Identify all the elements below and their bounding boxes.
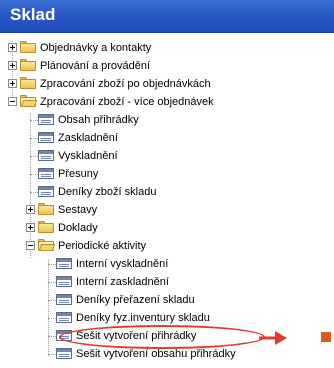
list-page-icon (38, 132, 54, 143)
expand-icon[interactable] (8, 79, 17, 88)
window-title: Sklad (10, 5, 56, 24)
highlight-ellipse (59, 325, 265, 349)
tree-item-interni-vyskladneni[interactable]: Interní vyskladnění (0, 255, 334, 273)
list-page-icon (38, 114, 54, 125)
tree-item-deniky-prerazeni-skladu[interactable]: Deníky přeřazení skladu (0, 291, 334, 309)
folder-icon (20, 41, 36, 53)
tree-item-label: Deníky fyz.inventury skladu (76, 312, 210, 324)
tree-item-zaskladneni[interactable]: Zaskladnění (0, 129, 334, 147)
list-page-icon (56, 312, 72, 323)
expand-icon[interactable] (8, 61, 17, 70)
tree-item-doklady[interactable]: Doklady (0, 219, 334, 237)
tree-item-obsah-prihradky[interactable]: Obsah přihrádky (0, 111, 334, 129)
tree-item-zpracovani-vice-objednavek[interactable]: Zpracování zboží - více objednávek (0, 93, 334, 111)
folder-icon (20, 59, 36, 71)
folder-open-icon (38, 239, 56, 251)
expand-icon[interactable] (26, 223, 35, 232)
tree-item-label: Doklady (58, 222, 98, 234)
list-page-icon (56, 258, 72, 269)
tree-item-label: Vyskladnění (58, 150, 118, 162)
list-page-icon (56, 294, 72, 305)
list-page-icon (38, 150, 54, 161)
folder-open-icon (20, 95, 38, 107)
folder-icon (38, 221, 54, 233)
tree-item-label: Periodické aktivity (58, 240, 147, 252)
tree-item-label: Deníky přeřazení skladu (76, 294, 195, 306)
tree-item-label: Přesuny (58, 168, 99, 180)
tree-item-label: Zpracování zboží po objednávkách (40, 78, 211, 90)
list-page-icon (56, 348, 72, 359)
list-page-icon (38, 186, 54, 197)
tree-item-label: Zpracování zboží - více objednávek (40, 96, 214, 108)
collapse-icon[interactable] (26, 241, 35, 250)
tree-item-label: Interní zaskladnění (76, 276, 169, 288)
title-bar: Sklad (0, 0, 334, 33)
tree-item-periodicke-aktivity[interactable]: Periodické aktivity (0, 237, 334, 255)
navigation-tree: Objednávky a kontakty Plánování a provád… (0, 33, 334, 368)
tree-item-vyskladneni[interactable]: Vyskladnění (0, 147, 334, 165)
tree-item-label: Deníky zboží skladu (58, 186, 157, 198)
tree-item-sestavy[interactable]: Sestavy (0, 201, 334, 219)
expand-icon[interactable] (26, 205, 35, 214)
list-page-icon (56, 276, 72, 287)
list-page-icon (38, 168, 54, 179)
collapse-icon[interactable] (8, 97, 17, 106)
tree-item-label: Interní vyskladnění (76, 258, 169, 270)
expand-icon[interactable] (8, 43, 17, 52)
tree-item-label: Plánování a provádění (40, 60, 151, 72)
tree-item-label: Obsah přihrádky (58, 114, 139, 126)
tree-item-zpracovani-po-objednavkach[interactable]: Zpracování zboží po objednávkách (0, 75, 334, 93)
marker-square (321, 332, 331, 342)
folder-icon (38, 203, 54, 215)
tree-item-label: Sešit vytvoření obsahu přihrádky (76, 348, 236, 360)
tree-item-label: Sestavy (58, 204, 98, 216)
tree-item-label: Objednávky a kontakty (40, 42, 152, 54)
folder-icon (20, 77, 36, 89)
arrow-right-icon (259, 331, 287, 345)
tree-item-objednavky[interactable]: Objednávky a kontakty (0, 39, 334, 57)
tree-item-presuny[interactable]: Přesuny (0, 165, 334, 183)
tree-item-label: Zaskladnění (58, 132, 118, 144)
tree-item-deniky-zbozi-skladu[interactable]: Deníky zboží skladu (0, 183, 334, 201)
tree-item-interni-zaskladneni[interactable]: Interní zaskladnění (0, 273, 334, 291)
tree-item-planovani[interactable]: Plánování a provádění (0, 57, 334, 75)
